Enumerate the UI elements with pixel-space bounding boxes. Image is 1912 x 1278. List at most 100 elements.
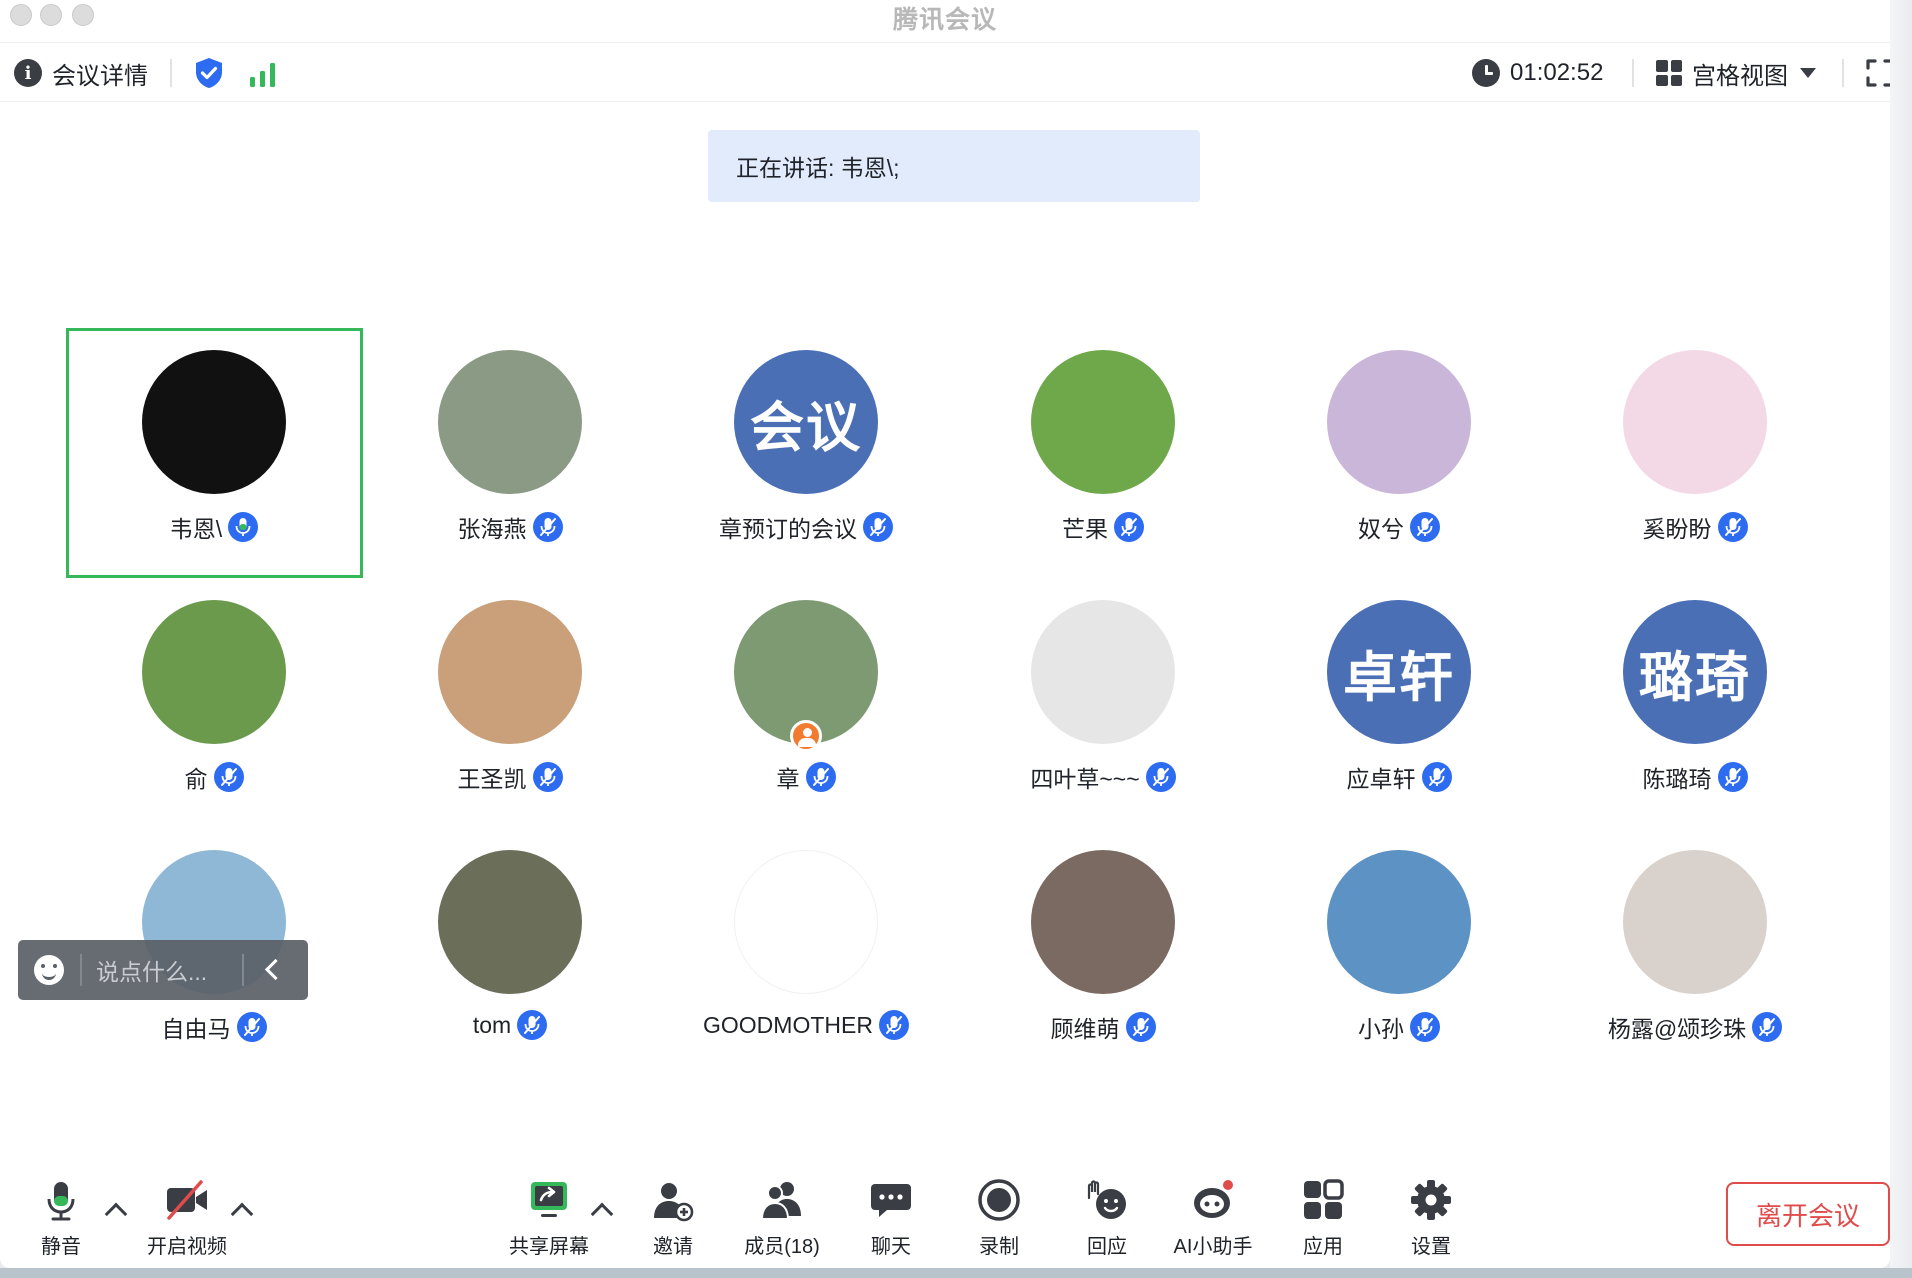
- chevron-down-icon: [1800, 68, 1816, 78]
- participant-name: 自由马: [161, 1016, 231, 1042]
- divider: [1632, 59, 1634, 87]
- ai-assistant-button[interactable]: AI小助手: [1158, 1158, 1268, 1258]
- microphone-muted-icon: [213, 762, 244, 792]
- meeting-details-label: 会议详情: [52, 62, 148, 90]
- mute-button[interactable]: 静音: [6, 1158, 116, 1258]
- reaction-icon: [1087, 1180, 1126, 1219]
- microphone-muted-icon: [1410, 512, 1440, 542]
- network-signal-icon[interactable]: [248, 61, 278, 87]
- grid-view-dropdown[interactable]: 宫格视图: [1656, 57, 1816, 90]
- leave-meeting-button[interactable]: 离开会议: [1726, 1182, 1890, 1246]
- participant-tile[interactable]: 张海燕: [362, 328, 658, 542]
- ai-assistant-label: AI小助手: [1173, 1236, 1253, 1258]
- security-shield-icon[interactable]: [194, 57, 224, 89]
- participant-name-row: 张海燕: [362, 510, 658, 544]
- settings-label: 设置: [1411, 1236, 1451, 1258]
- emoji-icon[interactable]: [34, 955, 64, 985]
- host-badge-icon: [790, 720, 822, 752]
- participant-tile[interactable]: tom: [362, 828, 658, 1040]
- participant-name-row: 奚盼盼: [1547, 510, 1843, 544]
- avatar: [1031, 850, 1175, 994]
- microphone-muted-icon: [1717, 512, 1748, 542]
- apps-icon: [1304, 1179, 1344, 1219]
- participant-name-row: 四叶草~~~: [955, 760, 1251, 794]
- share-screen-button[interactable]: 共享屏幕: [494, 1158, 604, 1258]
- participant-tile[interactable]: GOODMOTHER: [658, 828, 954, 1040]
- participant-name: 四叶草~~~: [1030, 766, 1140, 792]
- avatar: 卓轩: [1327, 600, 1471, 744]
- participant-tile[interactable]: 奚盼盼: [1547, 328, 1843, 542]
- participant-tile[interactable]: 璐琦 陈璐琦: [1547, 578, 1843, 792]
- participant-name-row: 自由马: [66, 1010, 362, 1044]
- participant-tile[interactable]: 芒果: [955, 328, 1251, 542]
- participant-name: 小孙: [1358, 1016, 1404, 1042]
- ai-assistant-icon: [1194, 1180, 1233, 1218]
- avatar: [1031, 350, 1175, 494]
- start-video-button[interactable]: 开启视频: [132, 1158, 242, 1258]
- video-off-icon: [167, 1180, 207, 1220]
- participant-tile[interactable]: 章: [658, 578, 954, 792]
- participant-name: 章: [776, 766, 800, 792]
- participant-name-row: tom: [362, 1010, 658, 1040]
- chevron-left-icon[interactable]: [258, 955, 288, 985]
- participant-tile[interactable]: 韦恩\: [66, 328, 362, 542]
- members-label: 成员(18): [744, 1236, 820, 1258]
- chat-icon: [871, 1184, 911, 1217]
- microphone-muted-icon: [532, 762, 563, 792]
- participant-tile[interactable]: 自由马: [66, 828, 362, 1042]
- avatar-initials: 会议: [750, 395, 862, 459]
- meeting-window: 腾讯会议 i 会议详情 01:02:52 宫格视图 正在讲话: 韦恩\; 韦恩\…: [0, 0, 1890, 1268]
- participant-tile[interactable]: 王圣凯: [362, 578, 658, 792]
- participant-tile[interactable]: 顾维萌: [955, 828, 1251, 1042]
- microphone-muted-icon: [1421, 762, 1452, 792]
- participant-tile[interactable]: 卓轩 应卓轩: [1251, 578, 1547, 792]
- participant-name-row: 应卓轩: [1251, 760, 1547, 794]
- divider: [1842, 59, 1844, 87]
- participant-name: 奴兮: [1358, 516, 1404, 542]
- microphone-active-icon: [228, 512, 259, 542]
- avatar: 璐琦: [1623, 600, 1767, 744]
- reactions-label: 回应: [1087, 1236, 1127, 1258]
- fullscreen-icon[interactable]: [1866, 59, 1890, 87]
- avatar: [438, 600, 582, 744]
- divider: [242, 954, 244, 986]
- avatar: [1031, 600, 1175, 744]
- share-screen-label: 共享屏幕: [509, 1236, 589, 1258]
- members-icon: [760, 1182, 801, 1220]
- members-button[interactable]: 成员(18): [727, 1158, 837, 1258]
- participant-tile[interactable]: 四叶草~~~: [955, 578, 1251, 792]
- participant-name-row: 章预订的会议: [658, 510, 954, 544]
- participant-name: 俞: [184, 766, 208, 792]
- apps-button[interactable]: 应用: [1268, 1158, 1378, 1258]
- participant-tile[interactable]: 杨露@颂珍珠: [1547, 828, 1843, 1042]
- chat-button[interactable]: 聊天: [836, 1158, 946, 1258]
- chat-input[interactable]: 说点什么...: [96, 953, 236, 987]
- participant-tile[interactable]: 会议 章预订的会议: [658, 328, 954, 542]
- microphone-muted-icon: [236, 1012, 267, 1042]
- participant-tile[interactable]: 奴兮: [1251, 328, 1547, 542]
- add-user-icon: [654, 1183, 694, 1222]
- participant-name: 韦恩\: [169, 516, 223, 542]
- divider: [80, 954, 82, 986]
- timer-value: 01:02:52: [1510, 59, 1604, 86]
- participant-name-row: 章: [658, 760, 954, 794]
- reactions-button[interactable]: 回应: [1052, 1158, 1162, 1258]
- participant-name-row: GOODMOTHER: [658, 1010, 954, 1040]
- participant-name: 张海燕: [457, 516, 527, 542]
- microphone-icon: [47, 1182, 75, 1221]
- microphone-muted-icon: [805, 762, 836, 792]
- view-mode-label: 宫格视图: [1692, 62, 1788, 90]
- clock-icon: [1472, 59, 1500, 87]
- meeting-details-button[interactable]: i 会议详情: [14, 57, 148, 90]
- participant-tile[interactable]: 小孙: [1251, 828, 1547, 1042]
- participant-name: 杨露@颂珍珠: [1607, 1016, 1747, 1042]
- microphone-muted-icon: [1114, 512, 1144, 542]
- info-icon: i: [14, 59, 42, 87]
- participant-name: 芒果: [1062, 516, 1108, 542]
- microphone-muted-icon: [1125, 1012, 1156, 1042]
- settings-button[interactable]: 设置: [1376, 1158, 1486, 1258]
- invite-button[interactable]: 邀请: [618, 1158, 728, 1258]
- avatar: [438, 850, 582, 994]
- participant-tile[interactable]: 俞: [66, 578, 362, 792]
- record-button[interactable]: 录制: [944, 1158, 1054, 1258]
